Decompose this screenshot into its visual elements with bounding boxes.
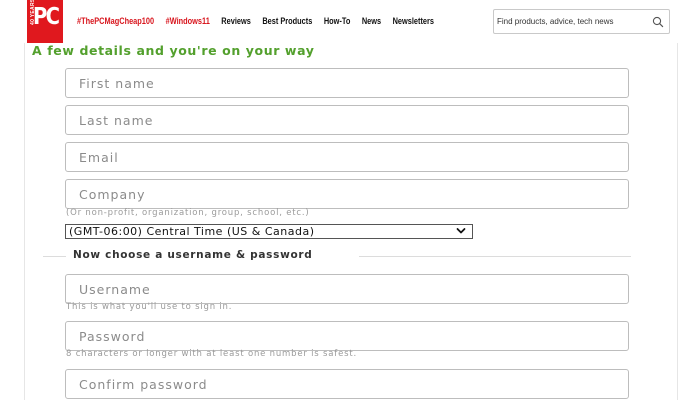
nav-item-cheap100[interactable]: #ThePCMagCheap100 (77, 16, 154, 26)
section-divider-right (359, 256, 631, 257)
signup-form: A few details and you're on your way (Or… (0, 43, 700, 400)
nav-item-how-to[interactable]: How-To (324, 16, 351, 26)
search-box (493, 9, 670, 34)
timezone-selected-value: (GMT-06:00) Central Time (US & Canada) (69, 225, 315, 238)
company-field[interactable] (65, 179, 629, 209)
chevron-down-icon (456, 228, 466, 234)
nav-item-reviews[interactable]: Reviews (221, 16, 251, 26)
site-header: 40 YEARS PC #ThePCMagCheap100 #Windows11… (0, 0, 700, 43)
nav-item-newsletters[interactable]: Newsletters (393, 16, 434, 26)
pcmag-logo[interactable]: 40 YEARS PC (27, 0, 63, 43)
logo-text: PC (33, 4, 60, 30)
search-icon[interactable] (651, 15, 665, 29)
page-divider-left (24, 43, 25, 400)
company-hint: (Or non-profit, organization, group, sch… (66, 208, 310, 218)
nav-item-windows11[interactable]: #Windows11 (166, 16, 210, 26)
password-field[interactable] (65, 321, 629, 351)
confirm-password-field[interactable] (65, 369, 629, 399)
nav-item-news[interactable]: News (362, 16, 381, 26)
main-nav: #ThePCMagCheap100 #Windows11 Reviews Bes… (77, 16, 446, 26)
credentials-section-header: Now choose a username & password (43, 248, 631, 264)
form-heading: A few details and you're on your way (32, 43, 315, 58)
nav-item-best-products[interactable]: Best Products (262, 16, 312, 26)
timezone-select[interactable]: (GMT-06:00) Central Time (US & Canada) (65, 224, 473, 239)
first-name-field[interactable] (65, 68, 629, 98)
page-divider-right (677, 43, 678, 400)
email-field[interactable] (65, 142, 629, 172)
username-hint: This is what you'll use to sign in. (66, 302, 233, 312)
password-hint: 8 characters or longer with at least one… (66, 349, 357, 359)
search-input[interactable] (497, 13, 647, 30)
username-field[interactable] (65, 274, 629, 304)
section-divider-left (43, 256, 66, 257)
last-name-field[interactable] (65, 105, 629, 135)
credentials-section-title: Now choose a username & password (73, 249, 313, 261)
